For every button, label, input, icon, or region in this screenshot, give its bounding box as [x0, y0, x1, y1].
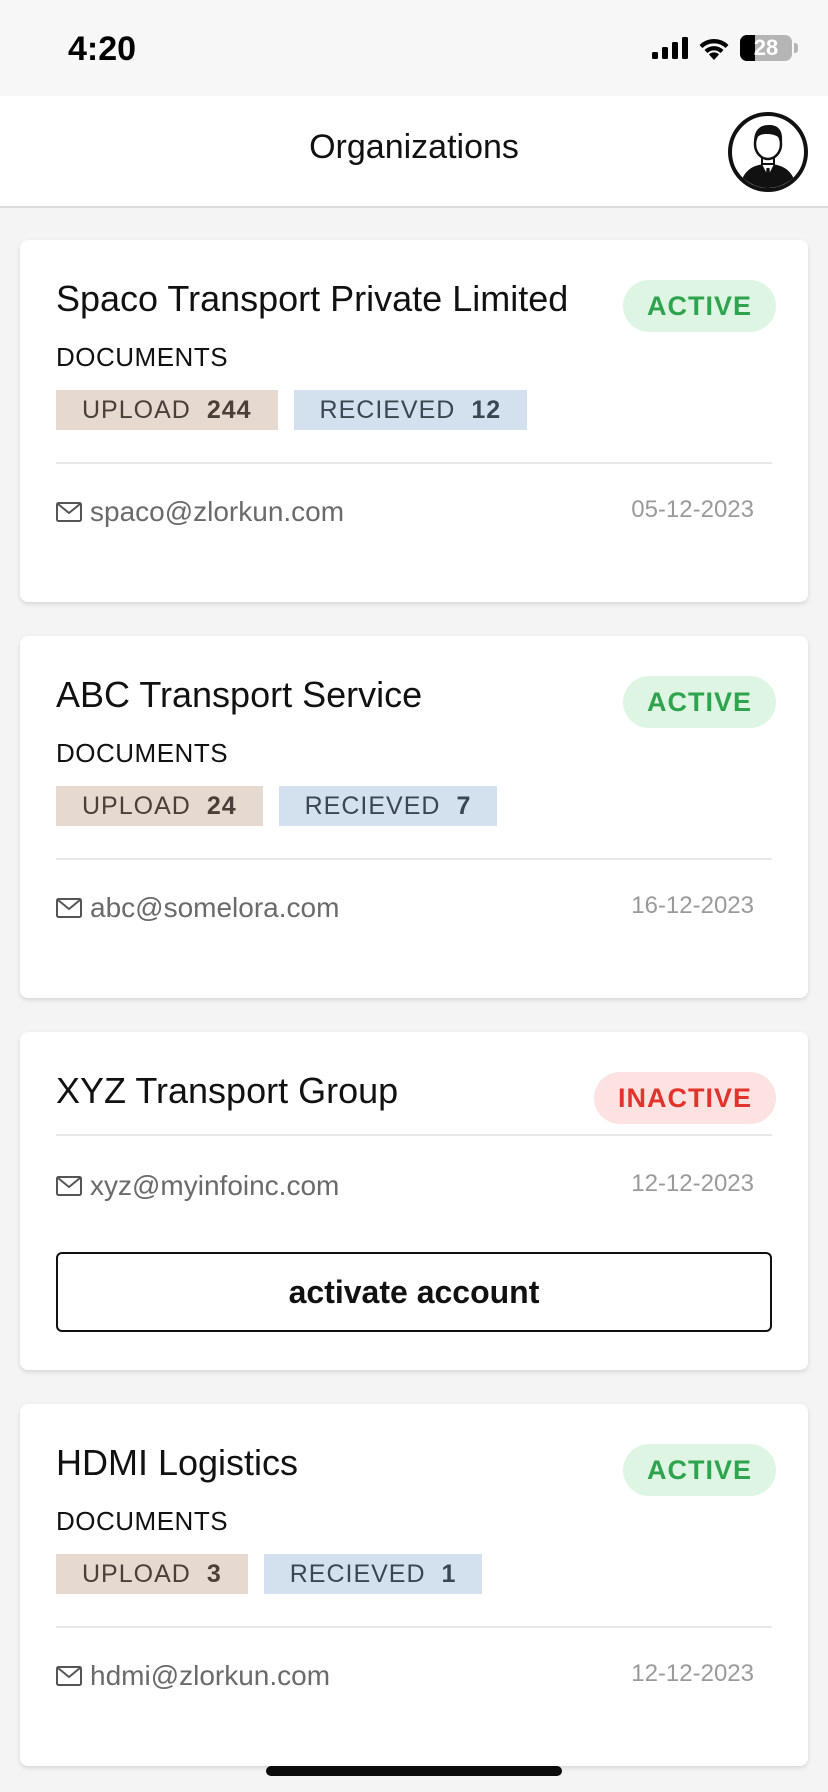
upload-count: 24	[206, 791, 237, 820]
upload-count: 3	[206, 1559, 222, 1588]
email-text: xyz@myinfoinc.com	[90, 1170, 340, 1201]
organization-name: HDMI Logistics	[56, 1442, 299, 1483]
email-row: spaco@zlorkun.com	[56, 496, 344, 528]
received-count: 1	[441, 1559, 457, 1588]
document-chips: UPLOAD 24 RECIEVED 7	[56, 786, 498, 826]
date-text: 16-12-2023	[631, 892, 754, 919]
nav-header: Organizations	[0, 96, 828, 208]
email-row: hdmi@zlorkun.com	[56, 1660, 330, 1692]
upload-chip[interactable]: UPLOAD 24	[56, 786, 263, 826]
date-text: 12-12-2023	[631, 1170, 754, 1197]
received-label: RECIEVED	[289, 1559, 426, 1588]
received-count: 7	[456, 791, 472, 820]
documents-label: DOCUMENTS	[56, 1506, 229, 1536]
email-text: spaco@zlorkun.com	[90, 496, 345, 527]
status-icons: 28	[652, 34, 798, 62]
mail-icon	[56, 1176, 82, 1196]
divider	[56, 1626, 772, 1628]
email-text: hdmi@zlorkun.com	[90, 1660, 331, 1691]
battery-icon: 28	[740, 35, 798, 61]
date-text: 12-12-2023	[631, 1660, 754, 1687]
activate-account-button[interactable]: activate account	[56, 1252, 772, 1332]
organization-name: ABC Transport Service	[56, 674, 423, 715]
received-label: RECIEVED	[304, 791, 441, 820]
status-badge: ACTIVE	[622, 1444, 776, 1496]
document-chips: UPLOAD 244 RECIEVED 12	[56, 390, 528, 430]
battery-fill	[740, 35, 755, 61]
upload-label: UPLOAD	[82, 1559, 191, 1588]
received-chip[interactable]: RECIEVED 1	[263, 1554, 483, 1594]
upload-label: UPLOAD	[82, 791, 191, 820]
divider	[56, 1134, 772, 1136]
status-time: 4:20	[68, 30, 137, 68]
upload-label: UPLOAD	[82, 395, 191, 424]
organization-card[interactable]: ABC Transport Service ACTIVE DOCUMENTS U…	[20, 636, 808, 998]
email-row: xyz@myinfoinc.com	[56, 1170, 339, 1202]
battery-tip	[794, 43, 798, 53]
mail-icon	[56, 1666, 82, 1686]
mail-icon	[56, 898, 82, 918]
organization-name: XYZ Transport Group	[56, 1070, 399, 1111]
divider	[56, 462, 772, 464]
organization-name: Spaco Transport Private Limited	[56, 278, 569, 319]
documents-label: DOCUMENTS	[56, 342, 229, 372]
cellular-signal-icon	[652, 37, 688, 59]
received-count: 12	[471, 395, 502, 424]
email-row: abc@somelora.com	[56, 892, 339, 924]
documents-label: DOCUMENTS	[56, 738, 229, 768]
divider	[56, 858, 772, 860]
battery-level: 28	[753, 35, 779, 60]
organization-card[interactable]: HDMI Logistics ACTIVE DOCUMENTS UPLOAD 3…	[20, 1404, 808, 1766]
mail-icon	[56, 502, 82, 522]
status-badge: ACTIVE	[622, 280, 776, 332]
document-chips: UPLOAD 3 RECIEVED 1	[56, 1554, 483, 1594]
status-badge: ACTIVE	[622, 676, 776, 728]
home-indicator[interactable]	[266, 1766, 562, 1776]
upload-chip[interactable]: UPLOAD 3	[56, 1554, 248, 1594]
user-avatar-icon[interactable]	[728, 112, 808, 192]
received-label: RECIEVED	[319, 395, 456, 424]
received-chip[interactable]: RECIEVED 12	[293, 390, 528, 430]
status-bar: 4:20 28	[0, 0, 828, 96]
date-text: 05-12-2023	[631, 496, 754, 523]
avatar-figure	[740, 125, 796, 188]
email-text: abc@somelora.com	[90, 892, 340, 923]
organization-card[interactable]: Spaco Transport Private Limited ACTIVE D…	[20, 240, 808, 602]
upload-count: 244	[206, 395, 252, 424]
upload-chip[interactable]: UPLOAD 244	[56, 390, 278, 430]
organization-card[interactable]: XYZ Transport Group INACTIVE xyz@myinfoi…	[20, 1032, 808, 1370]
page-title: Organizations	[309, 128, 519, 166]
wifi-icon	[699, 38, 729, 60]
received-chip[interactable]: RECIEVED 7	[278, 786, 498, 826]
status-badge: INACTIVE	[593, 1072, 776, 1124]
